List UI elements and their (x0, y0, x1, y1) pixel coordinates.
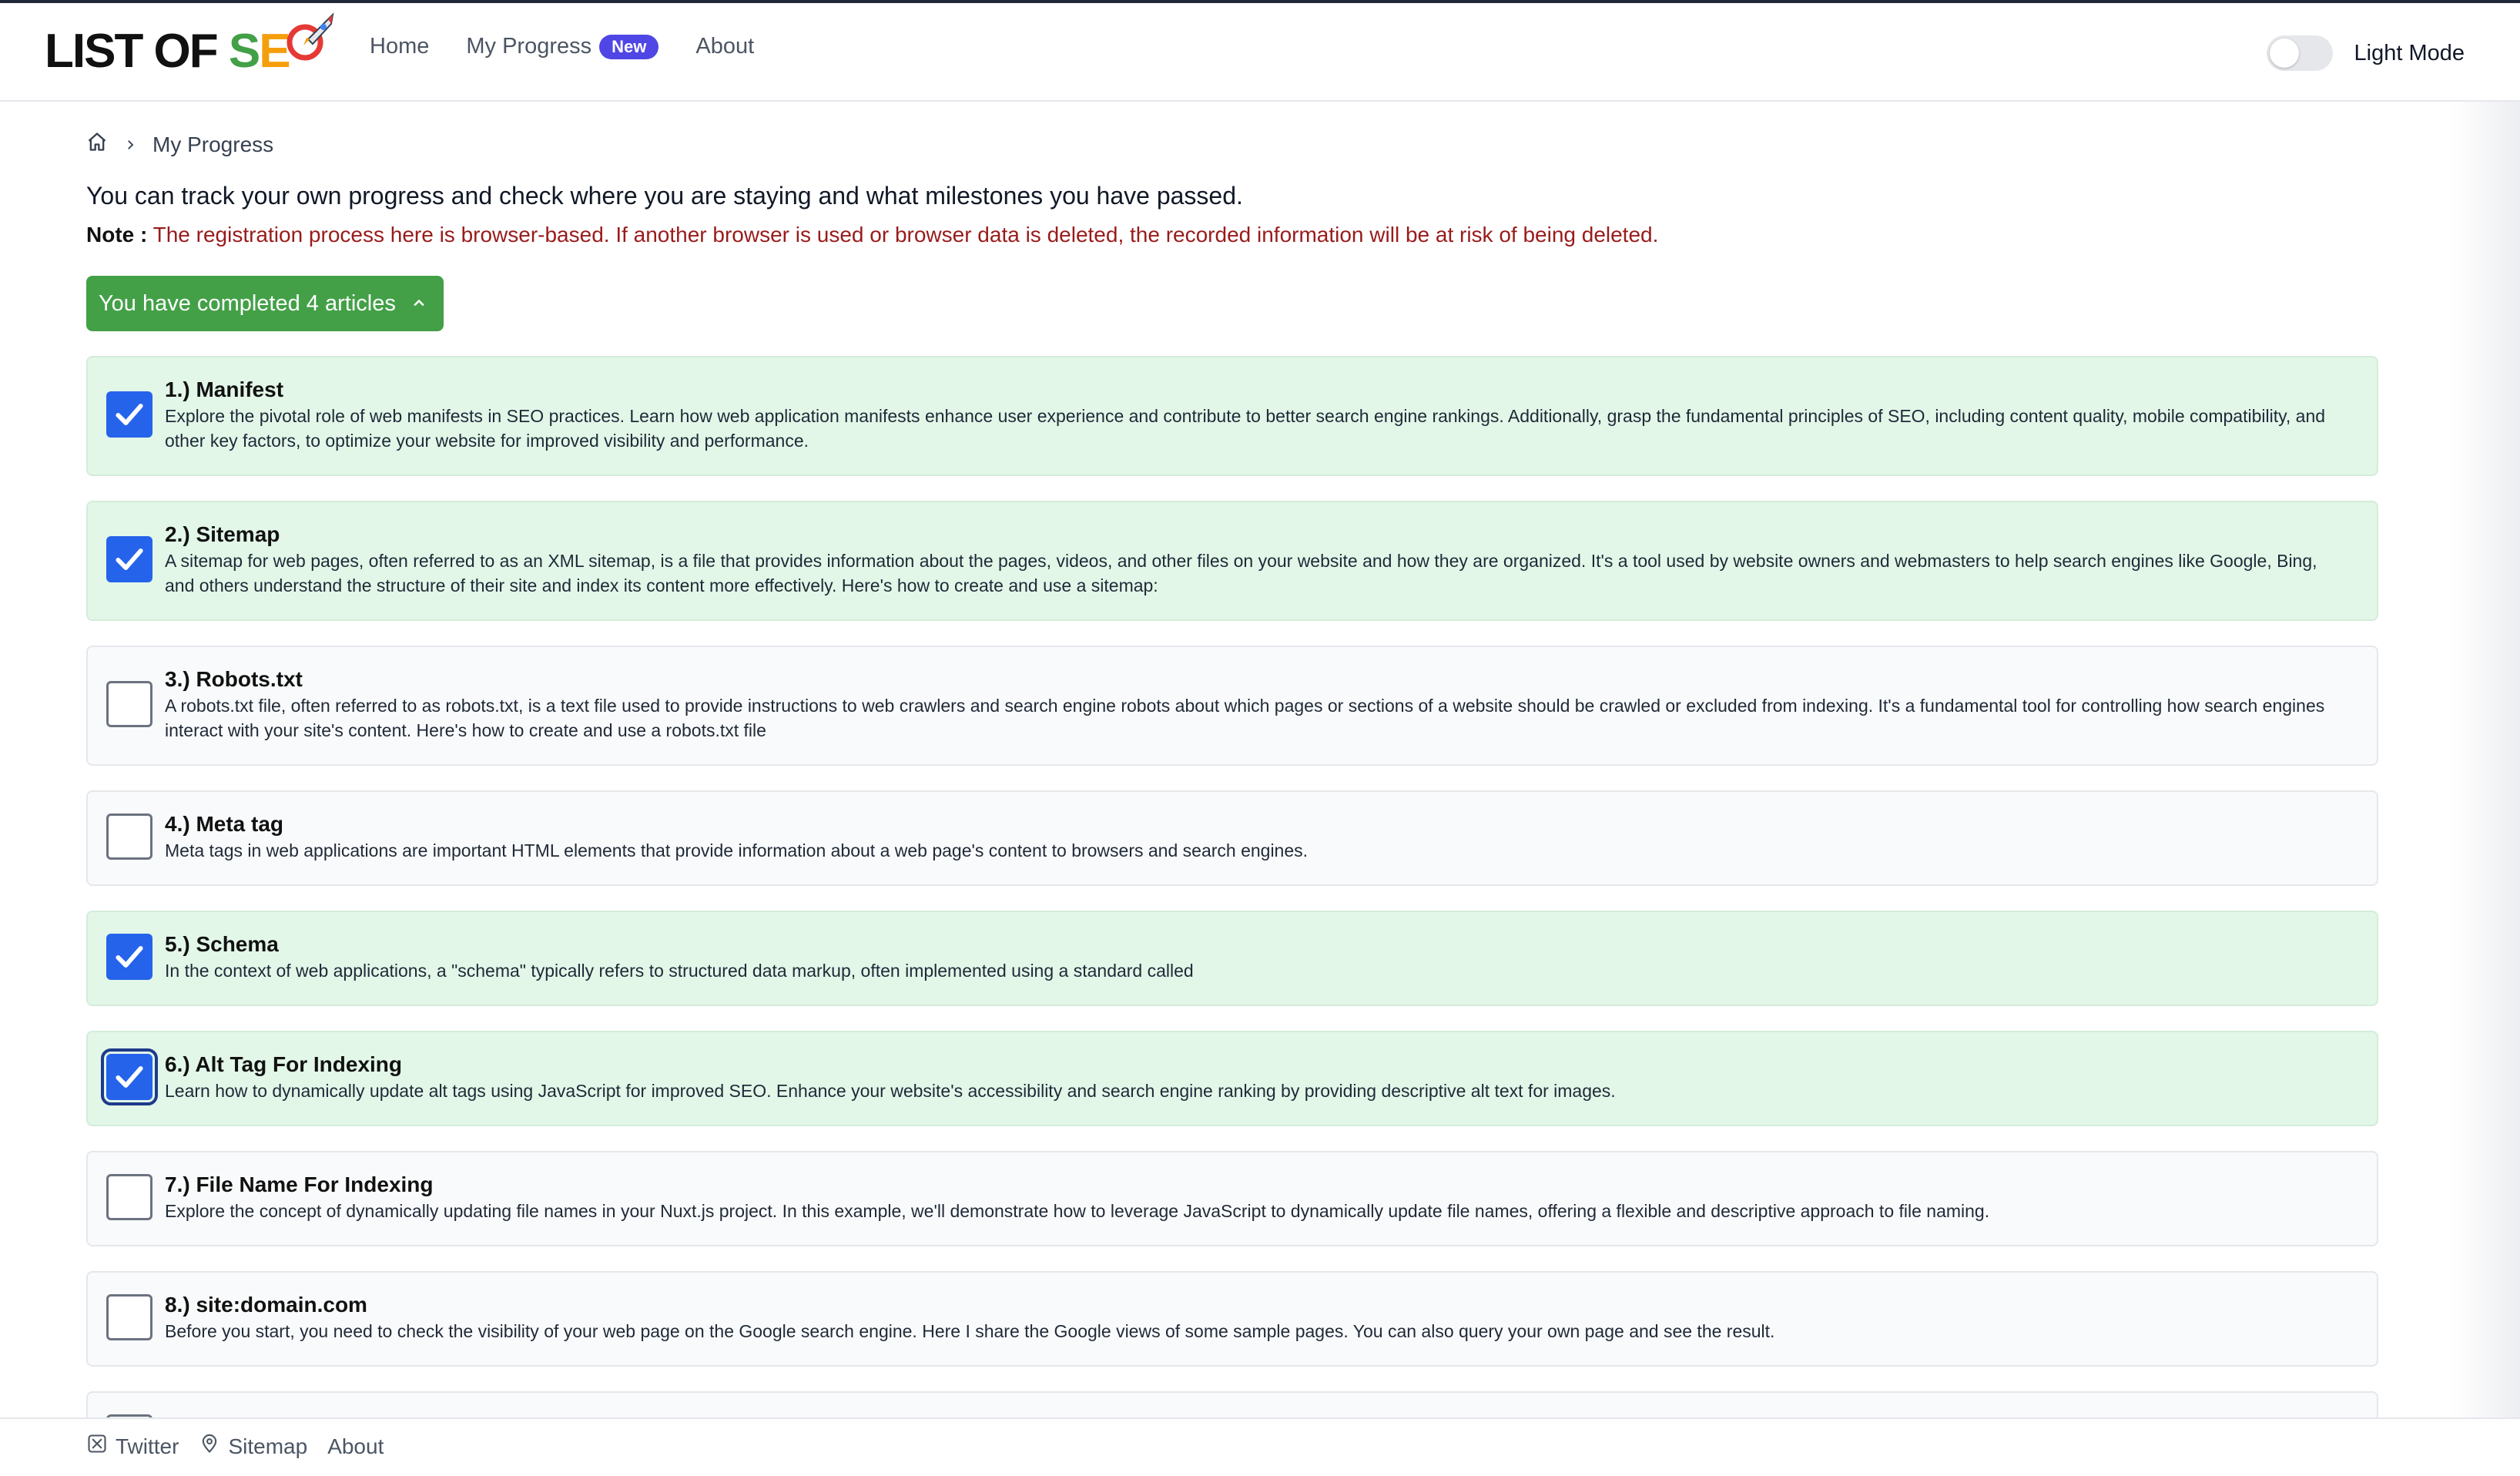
article-title[interactable]: 2.) Sitemap (165, 522, 2331, 547)
article-title[interactable]: 6.) Alt Tag For Indexing (165, 1052, 2331, 1077)
article-card (86, 1391, 2378, 1417)
scroll-shadow (2451, 102, 2520, 1417)
article-card: 5.) Schema In the context of web applicat… (86, 911, 2378, 1006)
logo-wordmark: LIST OF SE (45, 12, 339, 79)
theme-label: Light Mode (2354, 40, 2465, 65)
article-title[interactable]: 7.) File Name For Indexing (165, 1172, 2331, 1197)
article-title[interactable]: 1.) Manifest (165, 377, 2331, 402)
article-card: 1.) Manifest Explore the pivotal role of … (86, 356, 2378, 476)
completed-articles-label: You have completed 4 articles (99, 290, 396, 316)
article-card: 2.) Sitemap A sitemap for web pages, ofte… (86, 501, 2378, 621)
checkmark-icon (116, 1066, 143, 1088)
article-description: A sitemap for web pages, often referred … (165, 551, 2317, 595)
article-description: Before you start, you need to check the … (165, 1321, 1775, 1341)
rocket-icon (285, 8, 339, 74)
map-pin-icon (199, 1433, 220, 1460)
footer-twitter-link[interactable]: Twitter (86, 1433, 179, 1460)
article-title[interactable]: 3.) Robots.txt (165, 667, 2331, 692)
article-checkbox[interactable] (106, 1174, 152, 1220)
footer-about-link[interactable]: About (327, 1434, 384, 1459)
logo-letter-s: S (228, 24, 260, 78)
note-label: Note : (86, 223, 148, 247)
article-description: Meta tags in web applications are import… (165, 840, 1309, 860)
home-icon[interactable] (86, 131, 108, 158)
site-logo[interactable]: LIST OF SE (45, 12, 339, 82)
article-checkbox[interactable] (106, 391, 152, 438)
article-checkbox[interactable] (101, 1048, 158, 1105)
article-body (165, 1413, 2331, 1414)
footer-links: Twitter Sitemap About (86, 1433, 384, 1460)
nav-about[interactable]: About (695, 34, 754, 59)
nav-about-label: About (695, 34, 755, 59)
article-description: Learn how to dynamically update alt tags… (165, 1081, 1616, 1101)
article-body: 6.) Alt Tag For Indexing Learn how to dyn… (165, 1052, 2331, 1103)
footer-sitemap-link[interactable]: Sitemap (199, 1433, 307, 1460)
article-checkbox[interactable] (106, 681, 152, 727)
article-checkbox[interactable] (106, 536, 152, 582)
article-checkbox[interactable] (106, 813, 152, 860)
note-text: The registration process here is browser… (152, 223, 1659, 247)
article-description: A robots.txt file, often referred to as … (165, 696, 2325, 740)
x-icon (86, 1433, 108, 1460)
theme-toggle[interactable] (2266, 35, 2333, 71)
article-checkbox[interactable] (106, 1294, 152, 1340)
new-badge: New (599, 34, 659, 59)
breadcrumb: My Progress (86, 131, 273, 158)
article-body: 3.) Robots.txt A robots.txt file, often r… (165, 667, 2331, 743)
article-card: 7.) File Name For Indexing Explore the co… (86, 1151, 2378, 1246)
footer-twitter-label: Twitter (116, 1434, 179, 1458)
checkmark-icon (116, 404, 143, 425)
note: Note : The registration process here is … (86, 223, 1658, 247)
nav-home-label: Home (370, 34, 430, 59)
toggle-knob (2269, 39, 2299, 68)
article-body: 1.) Manifest Explore the pivotal role of … (165, 377, 2331, 453)
article-checkbox[interactable] (106, 934, 152, 980)
completed-articles-toggle[interactable]: You have completed 4 articles (86, 276, 444, 331)
footer-about-label: About (327, 1434, 384, 1458)
article-title[interactable]: 4.) Meta tag (165, 812, 2331, 837)
article-description: Explore the pivotal role of web manifest… (165, 406, 2326, 451)
breadcrumb-current: My Progress (152, 132, 274, 156)
article-description: In the context of web applications, a "s… (165, 961, 1194, 981)
article-card: 8.) site:domain.com Before you start, you… (86, 1271, 2378, 1367)
logo-seo: SE (228, 24, 291, 79)
article-body: 4.) Meta tag Meta tags in web application… (165, 812, 2331, 863)
checkmark-icon (116, 548, 143, 570)
site-footer: Twitter Sitemap About (0, 1417, 2520, 1476)
article-body: 2.) Sitemap A sitemap for web pages, ofte… (165, 522, 2331, 598)
nav-my-progress-label: My Progress (466, 34, 592, 59)
article-card: 3.) Robots.txt A robots.txt file, often r… (86, 646, 2378, 766)
nav-my-progress[interactable]: My Progress New (466, 34, 659, 59)
article-body: 8.) site:domain.com Before you start, you… (165, 1293, 2331, 1343)
article-title[interactable]: 5.) Schema (165, 932, 2331, 957)
article-body: 7.) File Name For Indexing Explore the co… (165, 1172, 2331, 1223)
chevron-right-icon (123, 133, 137, 157)
chevron-up-icon (411, 291, 427, 317)
article-list: 1.) Manifest Explore the pivotal role of … (86, 356, 2378, 1417)
article-description: Explore the concept of dynamically updat… (165, 1201, 1990, 1221)
site-header: LIST OF SE Home My Progress New About Li… (0, 3, 2520, 102)
checkmark-icon (116, 946, 143, 968)
main-nav: Home My Progress New About (370, 34, 754, 59)
logo-prefix: LIST OF (45, 24, 229, 78)
article-card: 4.) Meta tag Meta tags in web application… (86, 790, 2378, 886)
article-card: 6.) Alt Tag For Indexing Learn how to dyn… (86, 1031, 2378, 1126)
intro-text: You can track your own progress and chec… (86, 182, 1243, 210)
theme-switcher: Light Mode (2266, 35, 2465, 71)
article-body: 5.) Schema In the context of web applicat… (165, 932, 2331, 983)
footer-sitemap-label: Sitemap (228, 1434, 308, 1458)
nav-home[interactable]: Home (370, 34, 429, 59)
article-title[interactable]: 8.) site:domain.com (165, 1293, 2331, 1317)
